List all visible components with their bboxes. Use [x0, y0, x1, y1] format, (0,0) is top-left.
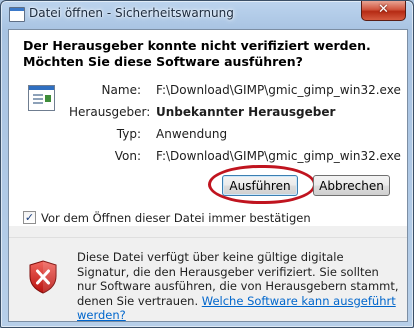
- publisher-value: Unbekannter Herausgeber: [156, 105, 336, 119]
- name-label: Name:: [101, 83, 141, 97]
- name-value: F:\Download\GIMP\gmic_gimp_win32.exe: [156, 83, 401, 97]
- warning-text: Diese Datei verfügt über keine gültige d…: [77, 250, 399, 323]
- from-value: F:\Download\GIMP\gmic_gimp_win32.exe: [156, 149, 401, 163]
- window-icon: [9, 7, 25, 22]
- window-title: Datei öffnen - Sicherheitswarnung: [29, 6, 234, 20]
- title-bar[interactable]: Datei öffnen - Sicherheitswarnung ✕: [1, 1, 413, 27]
- type-label: Typ:: [116, 127, 141, 141]
- executable-file-icon: [28, 85, 55, 111]
- run-button[interactable]: Ausführen: [222, 175, 298, 196]
- publisher-label: Herausgeber:: [69, 105, 151, 119]
- close-button[interactable]: ✕: [361, 1, 406, 21]
- always-ask-checkbox[interactable]: ✓: [23, 211, 36, 224]
- divider: [9, 237, 407, 238]
- security-shield-error-icon: [29, 260, 57, 294]
- cancel-button[interactable]: Abbrechen: [313, 175, 390, 196]
- type-value: Anwendung: [156, 127, 228, 141]
- security-warning-window: Datei öffnen - Sicherheitswarnung ✕ Der …: [0, 0, 414, 328]
- from-label: Von:: [114, 149, 141, 163]
- dialog-body: Der Herausgeber konnte nicht verifiziert…: [8, 29, 408, 322]
- details-pane: Der Herausgeber konnte nicht verifiziert…: [9, 30, 407, 226]
- always-ask-label[interactable]: Vor dem Öffnen dieser Datei immer bestät…: [41, 211, 311, 225]
- dialog-heading: Der Herausgeber konnte nicht verifiziert…: [23, 38, 371, 69]
